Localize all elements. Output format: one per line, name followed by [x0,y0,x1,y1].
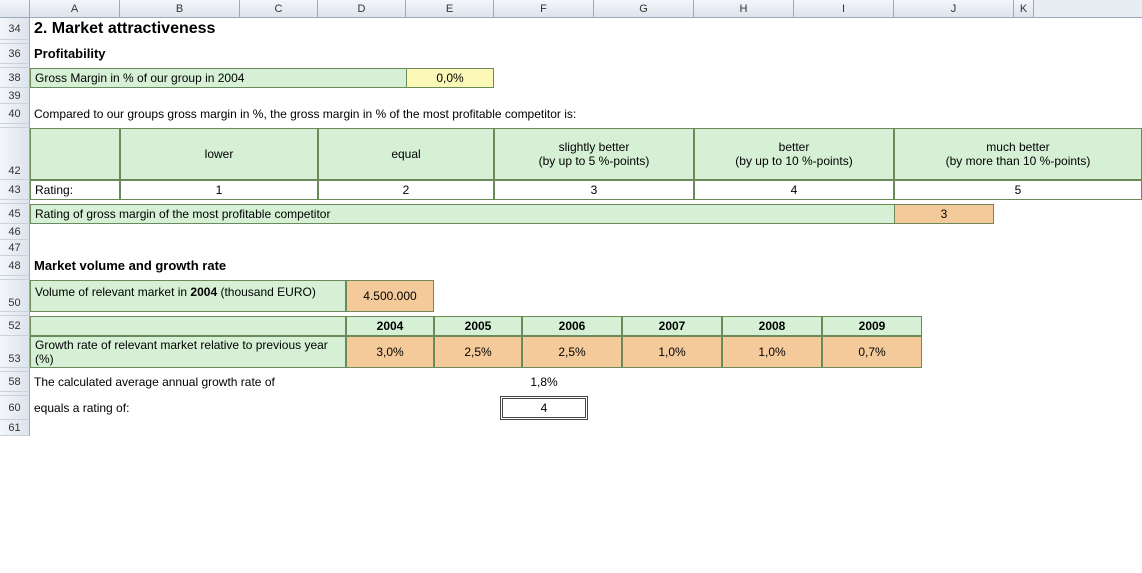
competitor-rating-value[interactable]: 3 [894,204,994,224]
avg-growth-value[interactable]: 1,8% [494,372,594,392]
row-header-43[interactable]: 43 [0,180,30,200]
year-2009[interactable]: 2009 [822,316,922,336]
growth-header-blank [30,316,346,336]
col-header-K[interactable]: K [1014,0,1034,17]
avg-growth-label: The calculated average annual growth rat… [30,372,400,392]
growth-2005[interactable]: 2,5% [434,336,522,368]
row-header-47[interactable]: 47 [0,240,30,256]
gross-margin-value-cell[interactable]: 0,0% [406,68,494,88]
rating-4[interactable]: 4 [694,180,894,200]
row-header-52[interactable]: 52 [0,316,30,336]
year-2004[interactable]: 2004 [346,316,434,336]
column-headers: A B C D E F G H I J K [0,0,1142,18]
row-header-34[interactable]: 34 [0,18,30,40]
scale-header-2[interactable]: equal [318,128,494,180]
rating-1[interactable]: 1 [120,180,318,200]
row-header-36[interactable]: 36 [0,44,30,64]
volume-label-year: 2004 [190,285,217,299]
rating-2[interactable]: 2 [318,180,494,200]
row-header-58[interactable]: 58 [0,372,30,392]
row-header-60[interactable]: 60 [0,396,30,420]
comparison-text: Compared to our groups gross margin in %… [30,104,580,124]
section-title: 2. Market attractiveness [30,18,219,40]
profitability-heading: Profitability [30,44,110,64]
year-2005[interactable]: 2005 [434,316,522,336]
col-header-E[interactable]: E [406,0,494,17]
rating-3[interactable]: 3 [494,180,694,200]
scale-header-1[interactable]: lower [120,128,318,180]
growth-2008[interactable]: 1,0% [722,336,822,368]
row-header-50[interactable]: 50 [0,280,30,312]
row-header-48[interactable]: 48 [0,256,30,276]
col-header-J[interactable]: J [894,0,1014,17]
market-volume-heading: Market volume and growth rate [30,256,230,276]
col-header-C[interactable]: C [240,0,318,17]
col-header-G[interactable]: G [594,0,694,17]
row-header-39[interactable]: 39 [0,88,30,104]
year-2008[interactable]: 2008 [722,316,822,336]
growth-2007[interactable]: 1,0% [622,336,722,368]
row-header-53[interactable]: 53 [0,336,30,368]
equals-rating-label: equals a rating of: [30,399,400,417]
col-header-B[interactable]: B [120,0,240,17]
row-header-38[interactable]: 38 [0,68,30,88]
row-header-40[interactable]: 40 [0,104,30,124]
col-header-I[interactable]: I [794,0,894,17]
scale-header-5[interactable]: much better (by more than 10 %-points) [894,128,1142,180]
scale-header-3[interactable]: slightly better (by up to 5 %-points) [494,128,694,180]
rating-5[interactable]: 5 [894,180,1142,200]
equals-rating-value[interactable]: 4 [500,396,588,420]
gross-margin-label-cell[interactable]: Gross Margin in % of our group in 2004 [30,68,406,88]
row-header-45[interactable]: 45 [0,204,30,224]
row-header-42[interactable]: 42 [0,128,30,180]
competitor-rating-label: Rating of gross margin of the most profi… [30,204,894,224]
col-header-F[interactable]: F [494,0,594,17]
growth-2004[interactable]: 3,0% [346,336,434,368]
volume-label-post: (thousand EURO) [217,285,316,299]
year-2006[interactable]: 2006 [522,316,622,336]
ratings-label: Rating: [30,180,120,200]
row-header-46[interactable]: 46 [0,224,30,240]
volume-label-pre: Volume of relevant market in [35,285,190,299]
col-header-A[interactable]: A [30,0,120,17]
growth-2006[interactable]: 2,5% [522,336,622,368]
growth-row-label: Growth rate of relevant market relative … [30,336,346,368]
row-header-61[interactable]: 61 [0,420,30,436]
scale-header-4[interactable]: better (by up to 10 %-points) [694,128,894,180]
col-header-D[interactable]: D [318,0,406,17]
volume-label-cell[interactable]: Volume of relevant market in 2004 (thous… [30,280,346,312]
col-header-H[interactable]: H [694,0,794,17]
year-2007[interactable]: 2007 [622,316,722,336]
volume-value-cell[interactable]: 4.500.000 [346,280,434,312]
growth-2009[interactable]: 0,7% [822,336,922,368]
